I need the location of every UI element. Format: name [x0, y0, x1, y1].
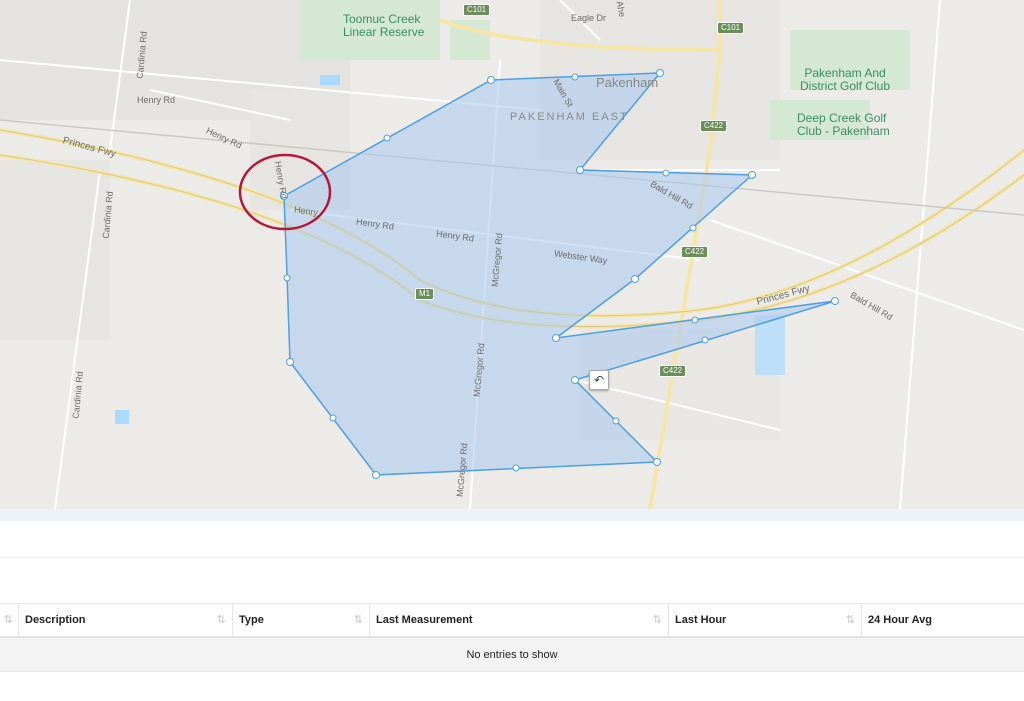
column-header-last-measurement[interactable]: Last Measurement ⇅ [369, 603, 669, 638]
column-header-type[interactable]: Type ⇅ [232, 603, 370, 638]
road-shield: C101 [717, 22, 745, 34]
road-shield: C422 [700, 120, 728, 132]
table-header-row: ⇅ Description ⇅ Type ⇅ Last Measurement … [0, 603, 1024, 638]
column-header-description[interactable]: Description ⇅ [18, 603, 233, 638]
road-shield: C422 [681, 246, 709, 258]
vertex-handle[interactable] [631, 275, 639, 283]
vertex-handle[interactable] [372, 471, 380, 479]
road-shield: C422 [659, 365, 687, 377]
column-header-select[interactable]: ⇅ [0, 603, 19, 638]
vertex-handle[interactable] [280, 192, 288, 200]
vertex-handle[interactable] [701, 336, 709, 344]
vertex-handle[interactable] [571, 376, 579, 384]
table-toolbar [0, 521, 1024, 558]
vertex-handle[interactable] [552, 334, 560, 342]
vertex-handle[interactable] [512, 464, 520, 472]
column-header-label: Description [25, 614, 86, 626]
vertex-handle[interactable] [576, 166, 584, 174]
vertex-handle[interactable] [656, 69, 664, 77]
road-shield: C101 [463, 4, 491, 16]
vertex-handle[interactable] [831, 297, 839, 305]
empty-table-message: No entries to show [0, 637, 1024, 672]
map-view[interactable]: Toomuc Creek Linear Reserve Pakenham And… [0, 0, 1024, 509]
data-table: ⇅ Description ⇅ Type ⇅ Last Measurement … [0, 603, 1024, 672]
sort-icon[interactable]: ⇅ [4, 613, 13, 626]
sort-icon[interactable]: ⇅ [846, 613, 855, 626]
sort-icon[interactable]: ⇅ [653, 613, 662, 626]
vertex-handle[interactable] [571, 73, 579, 81]
vertex-handle[interactable] [612, 417, 620, 425]
column-header-last-hour[interactable]: Last Hour ⇅ [668, 603, 862, 638]
vertex-handle[interactable] [691, 316, 699, 324]
vertex-handle[interactable] [653, 458, 661, 466]
vertex-handle[interactable] [283, 274, 291, 282]
sort-icon[interactable]: ⇅ [354, 613, 363, 626]
column-header-24-hour-avg[interactable]: 24 Hour Avg [861, 603, 1024, 638]
vertex-handle[interactable] [662, 169, 670, 177]
column-header-label: Last Measurement [376, 614, 473, 626]
vertex-handle[interactable] [329, 414, 337, 422]
road-shield: M1 [415, 288, 435, 300]
map-table-separator [0, 509, 1024, 521]
vertex-handle[interactable] [383, 134, 391, 142]
undo-vertex-button[interactable]: ↶ [589, 370, 609, 390]
undo-icon: ↶ [593, 373, 605, 387]
column-header-label: 24 Hour Avg [868, 614, 932, 626]
sort-icon[interactable]: ⇅ [217, 613, 226, 626]
column-header-label: Last Hour [675, 614, 727, 626]
vertex-handle[interactable] [487, 76, 495, 84]
vertex-handle[interactable] [689, 224, 697, 232]
map-canvas[interactable] [0, 0, 1024, 509]
vertex-handle[interactable] [286, 358, 294, 366]
vertex-handle[interactable] [748, 171, 756, 179]
table-row: No entries to show [0, 637, 1024, 672]
column-header-label: Type [239, 614, 264, 626]
